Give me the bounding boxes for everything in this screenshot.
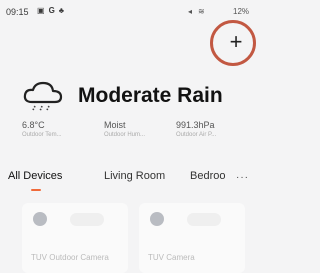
device-card[interactable]: TUV Outdoor Camera [22,203,128,273]
humidity-metric: Moist Outdoor Hum... [104,120,174,138]
weather-condition: Moderate Rain [78,84,223,107]
status-bar: 09:15 ▣ G ♣ ◂ ≋ 12% [0,0,259,22]
device-status-pill [70,213,104,226]
temperature-value: 6.8°C [22,120,45,130]
app-icon: ♣ [58,6,65,15]
device-name: TUV Outdoor Camera [31,253,109,262]
active-tab-indicator [31,189,41,191]
device-card[interactable]: TUV Camera [139,203,245,273]
device-icon [33,212,47,226]
weather-panel[interactable]: Moderate Rain 6.8°C Outdoor Tem... Moist… [0,70,259,150]
wifi-icon: ≋ [198,7,205,16]
pressure-metric: 991.3hPa Outdoor Air P... [176,120,246,138]
humidity-value: Moist [104,120,126,130]
pressure-value: 991.3hPa [176,120,215,130]
add-device-button[interactable]: + [210,20,256,66]
temperature-label: Outdoor Tem... [22,132,62,138]
device-icon [150,212,164,226]
google-icon: G [48,6,55,15]
tab-living-room[interactable]: Living Room [104,170,165,182]
battery-level: 12% [233,7,250,16]
pressure-label: Outdoor Air P... [176,132,217,138]
plus-icon: + [229,29,243,54]
rain-cloud-icon [23,81,63,112]
humidity-label: Outdoor Hum... [104,132,146,138]
tab-bedroom[interactable]: Bedroo [190,170,225,182]
device-name: TUV Camera [148,253,195,262]
tab-all-devices[interactable]: All Devices [8,170,62,182]
mute-icon: ◂ [188,7,193,16]
status-icons-left: ▣ G ♣ [37,6,64,15]
status-time: 09:15 [6,7,29,17]
device-status-pill [187,213,221,226]
room-tabs: All Devices Living Room Bedroo ··· [0,166,259,194]
temperature-metric: 6.8°C Outdoor Tem... [22,120,92,138]
more-tabs-icon[interactable]: ··· [236,172,249,183]
mail-icon: ▣ [37,6,45,15]
status-icons-right: ◂ ≋ [188,7,205,16]
